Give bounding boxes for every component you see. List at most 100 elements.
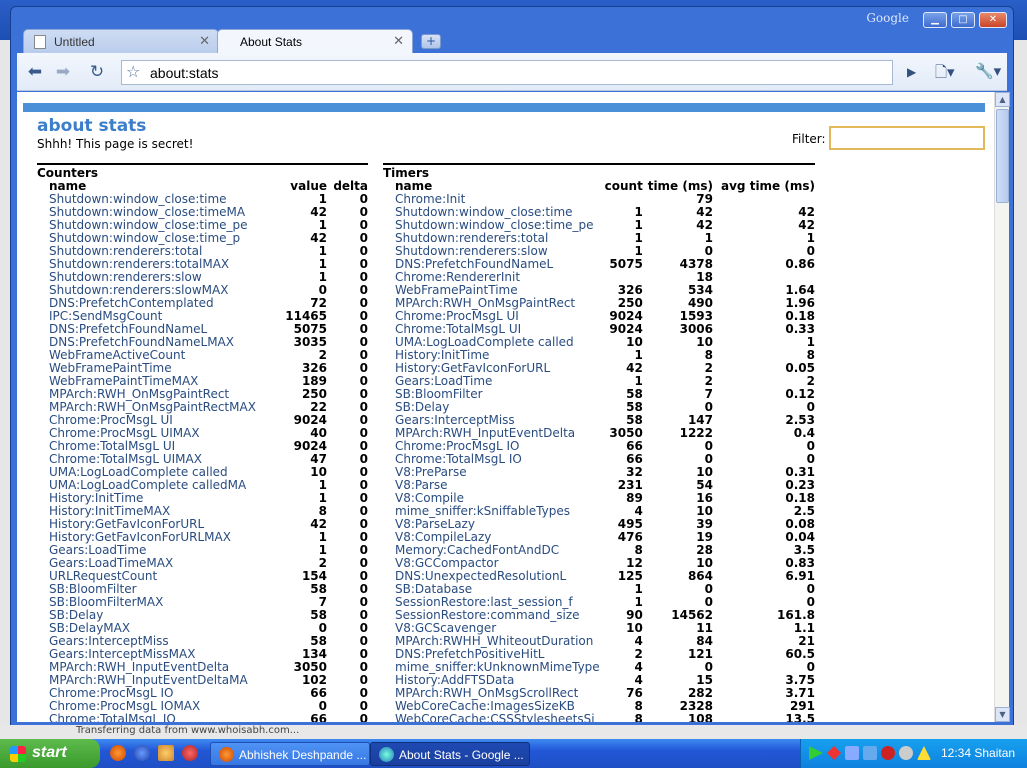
timer-time: 42	[696, 218, 713, 232]
security-icon[interactable]	[881, 746, 895, 760]
timers-title: Timers	[383, 166, 430, 180]
maximize-button[interactable]: □	[951, 12, 975, 28]
chrome-icon[interactable]	[134, 745, 150, 761]
url-text[interactable]: about:stats	[150, 65, 219, 81]
forward-icon[interactable]: ➡	[51, 61, 75, 85]
timer-time: 2	[704, 374, 713, 388]
scroll-up-icon[interactable]: ▲	[995, 92, 1010, 107]
task-label: About Stats - Google ...	[399, 748, 524, 762]
table-row: Chrome:TotalMsgL IO 66 0	[37, 712, 368, 723]
timer-time: 0	[704, 439, 713, 453]
scroll-thumb[interactable]	[996, 109, 1009, 203]
task-label: Abhishek Deshpande ...	[239, 748, 367, 762]
timer-avg-time: 1	[806, 231, 815, 245]
page-subtitle: Shhh! This page is secret!	[37, 137, 194, 151]
network-icon-2[interactable]	[863, 746, 877, 760]
filter-input[interactable]	[829, 126, 985, 150]
new-tab-button[interactable]: +	[421, 34, 441, 49]
reload-icon[interactable]: ↻	[85, 61, 109, 85]
counters-table: name value delta Shutdown:window_close:t…	[37, 180, 368, 723]
tab-label: Untitled	[54, 35, 95, 49]
timer-time: 0	[704, 582, 713, 596]
browser-brand: Google	[866, 11, 909, 25]
sync-icon[interactable]	[827, 746, 841, 760]
timer-avg-time: 0	[806, 439, 815, 453]
clock: 12:34 Shaitan	[941, 746, 1016, 760]
counter-delta: 0	[359, 712, 368, 723]
column-header-avg-time: avg time (ms)	[721, 179, 815, 193]
timer-avg-time: 0.33	[785, 322, 815, 336]
tab-strip: Untitled ✕ About Stats ✕ +	[17, 27, 1007, 53]
wrench-menu-icon[interactable]: 🔧▾	[975, 62, 1001, 80]
section-rule	[383, 163, 815, 165]
tab-untitled[interactable]: Untitled ✕	[23, 29, 219, 53]
timers-section: Timers name count time (ms) avg time (ms…	[383, 163, 815, 722]
counters-body: Shutdown:window_close:time 1 0 Shutdown:win…	[37, 193, 368, 723]
timer-time: 7	[704, 387, 713, 401]
timer-avg-time: 42	[798, 218, 815, 232]
app-icon[interactable]	[182, 745, 198, 761]
timer-time: 10	[696, 335, 713, 349]
timer-avg-time: 6.91	[785, 569, 815, 583]
table-row: V8:PreParse 32 10 0.31	[383, 466, 815, 479]
start-button[interactable]: start	[0, 739, 100, 768]
timer-time: 1222	[679, 426, 713, 440]
taskbar-item-about-stats[interactable]: About Stats - Google ...	[370, 742, 530, 766]
tab-about-stats[interactable]: About Stats ✕	[217, 29, 413, 53]
counter-value: 66	[310, 712, 327, 723]
toolbar: ⬅ ➡ ↻ ☆ about:stats ▶ 🗋▾ 🔧▾	[17, 53, 1007, 91]
timer-time: 8	[704, 348, 713, 362]
taskbar-item-firefox[interactable]: Abhishek Deshpande ...	[210, 742, 370, 766]
chrome-icon	[379, 747, 394, 762]
table-row: WebCoreCache:CSSStylesheetsSi 8 108 13.5	[383, 712, 815, 723]
firefox-icon	[219, 747, 234, 762]
firefox-icon[interactable]	[110, 745, 126, 761]
counters-title: Counters	[37, 166, 99, 180]
close-tab-icon[interactable]: ✕	[199, 33, 210, 49]
timer-avg-time: 0	[806, 582, 815, 596]
header-bar	[23, 103, 985, 112]
timer-avg-time: 0.12	[785, 387, 815, 401]
close-window-button[interactable]: ✕	[979, 12, 1007, 28]
timer-name: WebCoreCache:CSSStylesheetsSi	[395, 712, 595, 723]
address-bar[interactable]: ☆ about:stats	[121, 60, 893, 85]
tab-label: About Stats	[240, 35, 303, 49]
timer-count: 8	[634, 712, 643, 723]
start-label: start	[32, 744, 67, 761]
status-strip: Transferring data from www.whoisabh.com.…	[0, 725, 1027, 739]
page-content: about stats Shhh! This page is secret! F…	[17, 92, 994, 722]
page-menu-icon[interactable]: 🗋▾	[935, 62, 955, 87]
go-icon[interactable]: ▶	[907, 65, 916, 79]
page-title: about stats	[37, 116, 147, 136]
timer-time: 864	[687, 569, 713, 583]
status-text: Transferring data from www.whoisabh.com.…	[76, 725, 300, 736]
back-icon[interactable]: ⬅	[23, 61, 47, 85]
timer-avg-time: 0.86	[785, 257, 815, 271]
vertical-scrollbar[interactable]: ▲ ▼	[994, 92, 1010, 722]
timer-count: 5075	[609, 257, 643, 271]
counters-section: Counters name value delta Shutdown:windo…	[37, 163, 368, 722]
section-rule	[37, 163, 368, 165]
minimize-button[interactable]: ▁	[923, 12, 947, 28]
column-header-count: count	[604, 179, 643, 193]
timer-avg-time: 0.05	[785, 361, 815, 375]
network-icon[interactable]	[845, 746, 859, 760]
warning-icon[interactable]	[917, 746, 931, 760]
timer-time: 1	[704, 231, 713, 245]
folder-icon[interactable]	[158, 745, 174, 761]
windows-logo-icon	[10, 746, 26, 762]
volume-icon[interactable]	[899, 746, 913, 760]
taskbar: start Abhishek Deshpande ... About Stats…	[0, 739, 1027, 768]
scroll-down-icon[interactable]: ▼	[995, 707, 1010, 722]
timer-time: 2	[704, 361, 713, 375]
timer-avg-time: 60.5	[785, 647, 815, 661]
page-icon	[34, 35, 46, 49]
bookmark-star-icon[interactable]: ☆	[126, 62, 140, 81]
timers-table: name count time (ms) avg time (ms) Chrom…	[383, 179, 815, 723]
desktop: Google ▁ □ ✕ Untitled ✕ About Stats ✕ + …	[0, 0, 1027, 768]
timers-body: Chrome:Init 79 Shutdown:window_close:time 1…	[383, 193, 815, 723]
timer-avg-time: 0.4	[793, 426, 815, 440]
close-tab-icon[interactable]: ✕	[393, 33, 404, 49]
play-icon[interactable]	[809, 746, 823, 760]
filter-label: Filter:	[792, 132, 826, 146]
